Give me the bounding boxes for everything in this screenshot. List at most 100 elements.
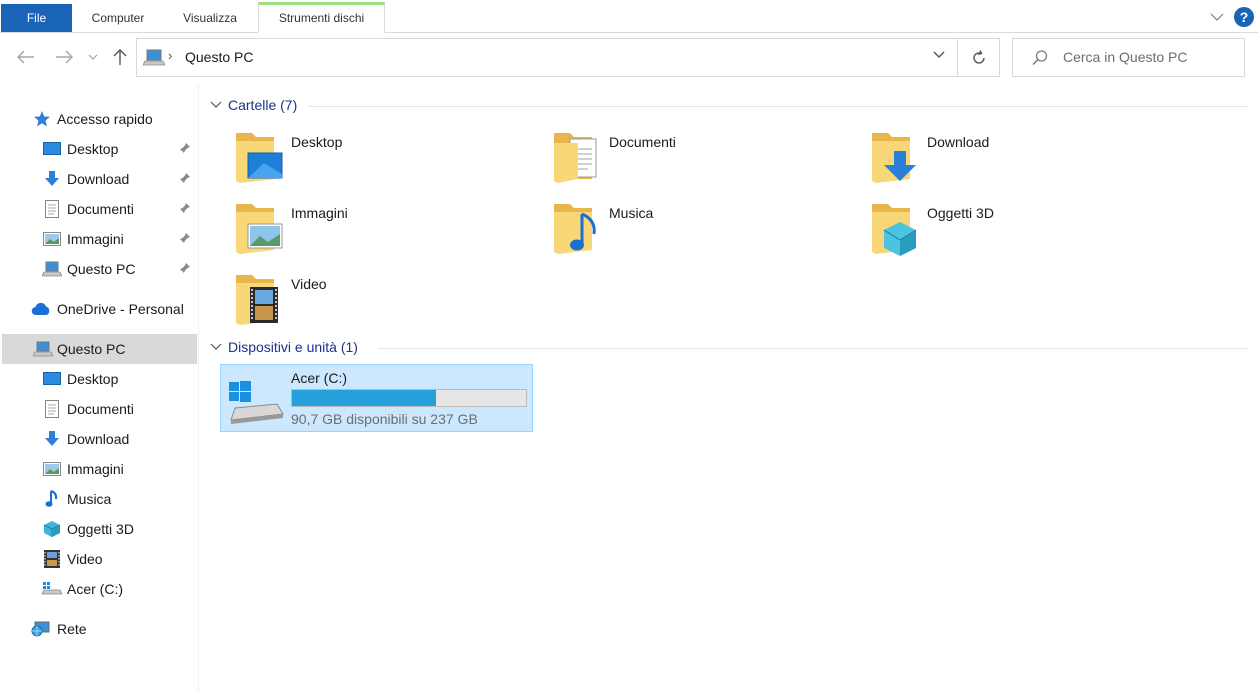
- tab-file[interactable]: File: [1, 4, 72, 32]
- breadcrumb[interactable]: Questo PC: [185, 49, 253, 65]
- refresh-button[interactable]: [958, 38, 1000, 77]
- folder-documents-icon: [554, 133, 597, 183]
- folder-3d-objects-icon: [872, 204, 917, 256]
- breadcrumb-separator: ›: [168, 48, 173, 63]
- group-divider: [308, 106, 1248, 107]
- drive-icon: [42, 579, 62, 599]
- tab-computer[interactable]: Computer: [78, 4, 158, 32]
- sidebar-item-documenti[interactable]: Documenti: [0, 194, 197, 224]
- document-icon: [42, 199, 62, 219]
- arrow-right-icon: [56, 50, 73, 64]
- sidebar-item-pc-musica[interactable]: Musica: [0, 484, 197, 514]
- folder-label: Musica: [609, 205, 654, 221]
- windows-drive-icon: [229, 381, 284, 424]
- folder-videos-icon: [236, 275, 278, 325]
- ribbon: File Computer Visualizza Strumenti disch…: [0, 0, 1258, 33]
- sidebar-item-label: Oggetti 3D: [67, 521, 134, 537]
- download-icon: [42, 429, 62, 449]
- sidebar-item-label: Documenti: [67, 401, 134, 417]
- cloud-icon: [31, 299, 51, 319]
- sidebar-item-questo-pc[interactable]: Questo PC: [2, 334, 197, 364]
- sidebar-item-pc-desktop[interactable]: Desktop: [0, 364, 197, 394]
- sidebar-item-questo-pc-quick[interactable]: Questo PC: [0, 254, 197, 284]
- sidebar-item-label: Download: [67, 431, 130, 447]
- folder-label: Video: [291, 276, 327, 292]
- chevron-down-icon[interactable]: [933, 51, 945, 59]
- pin-icon[interactable]: [179, 142, 191, 154]
- desktop-icon: [42, 139, 62, 159]
- folder-label: Immagini: [291, 205, 348, 221]
- folder-label: Documenti: [609, 134, 676, 150]
- sidebar-item-label: Desktop: [67, 371, 119, 387]
- tab-strumenti-dischi[interactable]: Strumenti dischi: [258, 2, 385, 33]
- search-placeholder: Cerca in Questo PC: [1063, 49, 1188, 65]
- sidebar-item-rete[interactable]: Rete: [0, 614, 197, 644]
- folder-label: Oggetti 3D: [927, 205, 994, 221]
- folder-download-icon: [872, 133, 916, 183]
- folder-download[interactable]: Download: [870, 129, 1170, 193]
- sidebar-item-immagini[interactable]: Immagini: [0, 224, 197, 254]
- sidebar-item-download[interactable]: Download: [0, 164, 197, 194]
- group-header-label: Cartelle (7): [228, 97, 298, 113]
- sidebar-item-label: Download: [67, 171, 130, 187]
- sidebar-item-label: OneDrive - Personal: [57, 301, 184, 317]
- pin-icon[interactable]: [179, 202, 191, 214]
- sidebar-item-accesso-rapido[interactable]: Accesso rapido: [0, 104, 197, 134]
- tab-visualizza[interactable]: Visualizza: [168, 4, 252, 32]
- drive-usage-bar: [291, 389, 527, 407]
- folder-video[interactable]: Video: [234, 271, 534, 335]
- sidebar-item-label: Immagini: [67, 461, 124, 477]
- sidebar-item-label: Accesso rapido: [57, 111, 153, 127]
- sidebar-item-label: Rete: [57, 621, 87, 637]
- folder-documenti[interactable]: Documenti: [552, 129, 852, 193]
- forward-button[interactable]: [52, 45, 76, 69]
- sidebar-item-pc-immagini[interactable]: Immagini: [0, 454, 197, 484]
- sidebar-item-pc-download[interactable]: Download: [0, 424, 197, 454]
- pin-icon[interactable]: [179, 232, 191, 244]
- network-icon: [31, 619, 51, 639]
- folder-immagini[interactable]: Immagini: [234, 200, 534, 264]
- drive-acer-c[interactable]: Acer (C:) 90,7 GB disponibili su 237 GB: [220, 364, 533, 432]
- pictures-icon: [42, 229, 62, 249]
- this-pc-icon: [42, 259, 62, 279]
- arrow-left-icon: [17, 50, 34, 64]
- sidebar-item-pc-acer-c[interactable]: Acer (C:): [0, 574, 197, 604]
- this-pc-icon: [33, 339, 53, 359]
- sidebar-item-label: Documenti: [67, 201, 134, 217]
- folder-label: Desktop: [291, 134, 343, 150]
- recent-locations-button[interactable]: [84, 45, 102, 69]
- sidebar-item-pc-documenti[interactable]: Documenti: [0, 394, 197, 424]
- sidebar-item-pc-oggetti-3d[interactable]: Oggetti 3D: [0, 514, 197, 544]
- chevron-down-icon: [210, 343, 222, 350]
- help-icon[interactable]: ?: [1234, 7, 1254, 27]
- pin-icon[interactable]: [179, 172, 191, 184]
- group-header-cartelle[interactable]: Cartelle (7): [210, 95, 297, 115]
- sidebar-item-pc-video[interactable]: Video: [0, 544, 197, 574]
- folder-desktop[interactable]: Desktop: [234, 129, 534, 193]
- navigation-pane: Accesso rapido Desktop Download Document…: [0, 84, 199, 692]
- sidebar-item-desktop[interactable]: Desktop: [0, 134, 197, 164]
- this-pc-icon: [143, 49, 165, 66]
- drive-name: Acer (C:): [291, 370, 347, 386]
- folder-oggetti-3d[interactable]: Oggetti 3D: [870, 200, 1170, 264]
- cube-3d-icon: [42, 519, 62, 539]
- folder-musica[interactable]: Musica: [552, 200, 852, 264]
- pin-icon[interactable]: [179, 262, 191, 274]
- group-divider: [378, 348, 1248, 349]
- back-button[interactable]: [14, 45, 38, 69]
- pictures-icon: [42, 459, 62, 479]
- search-icon: [1032, 50, 1048, 66]
- search-input[interactable]: Cerca in Questo PC: [1012, 38, 1245, 77]
- download-icon: [42, 169, 62, 189]
- sidebar-item-onedrive[interactable]: OneDrive - Personal: [0, 294, 197, 324]
- expand-ribbon-icon[interactable]: [1209, 9, 1225, 25]
- drive-usage-fill: [292, 390, 437, 406]
- sidebar-item-label: Musica: [67, 491, 112, 507]
- group-header-dispositivi[interactable]: Dispositivi e unità (1): [210, 337, 358, 357]
- sidebar-item-label: Acer (C:): [67, 581, 123, 597]
- address-bar[interactable]: › Questo PC: [136, 38, 958, 77]
- folder-label: Download: [927, 134, 990, 150]
- sidebar-item-label: Video: [67, 551, 103, 567]
- up-button[interactable]: [108, 45, 132, 69]
- arrow-up-icon: [113, 49, 127, 65]
